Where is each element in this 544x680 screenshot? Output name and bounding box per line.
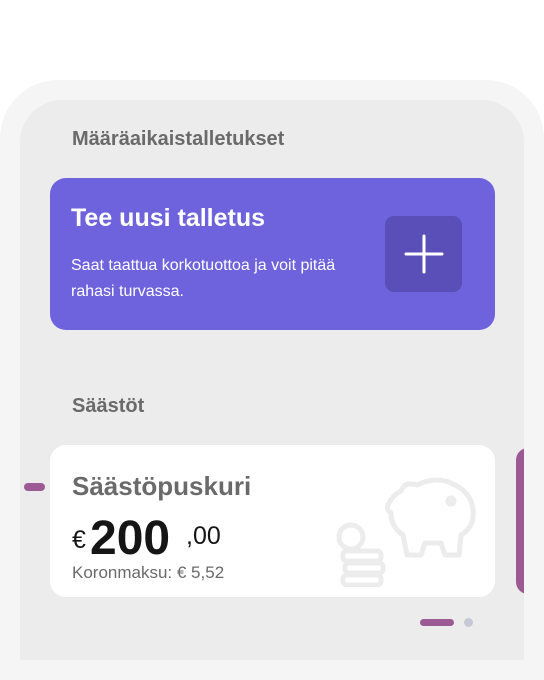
balance-decimal: ,00 <box>186 522 221 550</box>
new-deposit-description: Saat taattua korkotuottoa ja voit pitää … <box>71 257 336 300</box>
new-deposit-title: Tee uusi talletus <box>71 204 266 232</box>
currency-symbol: € <box>72 526 86 554</box>
pager-indicator-dot[interactable] <box>464 618 473 627</box>
deposits-section-title: Määräaikaistalletukset <box>72 128 285 150</box>
interest-payment: Koronmaksu: € 5,52 <box>72 563 225 582</box>
piggy-bank-icon <box>336 477 476 587</box>
balance-integer: 200 <box>90 512 171 565</box>
savings-section-title: Säästöt <box>72 395 145 417</box>
app-screen: Määräaikaistalletukset Tee uusi talletus… <box>20 100 524 660</box>
savings-card[interactable]: Säästöpuskuri € 200 ,00 Koronmaksu: € 5,… <box>50 445 495 597</box>
add-deposit-button[interactable] <box>385 216 462 292</box>
new-deposit-card[interactable]: Tee uusi talletus Saat taattua korkotuot… <box>50 178 495 330</box>
next-savings-card-peek[interactable] <box>516 448 524 594</box>
savings-accent-marker <box>24 483 45 491</box>
plus-icon <box>404 234 443 274</box>
savings-account-name: Säästöpuskuri <box>72 471 252 501</box>
pager-indicator-active[interactable] <box>420 619 454 626</box>
